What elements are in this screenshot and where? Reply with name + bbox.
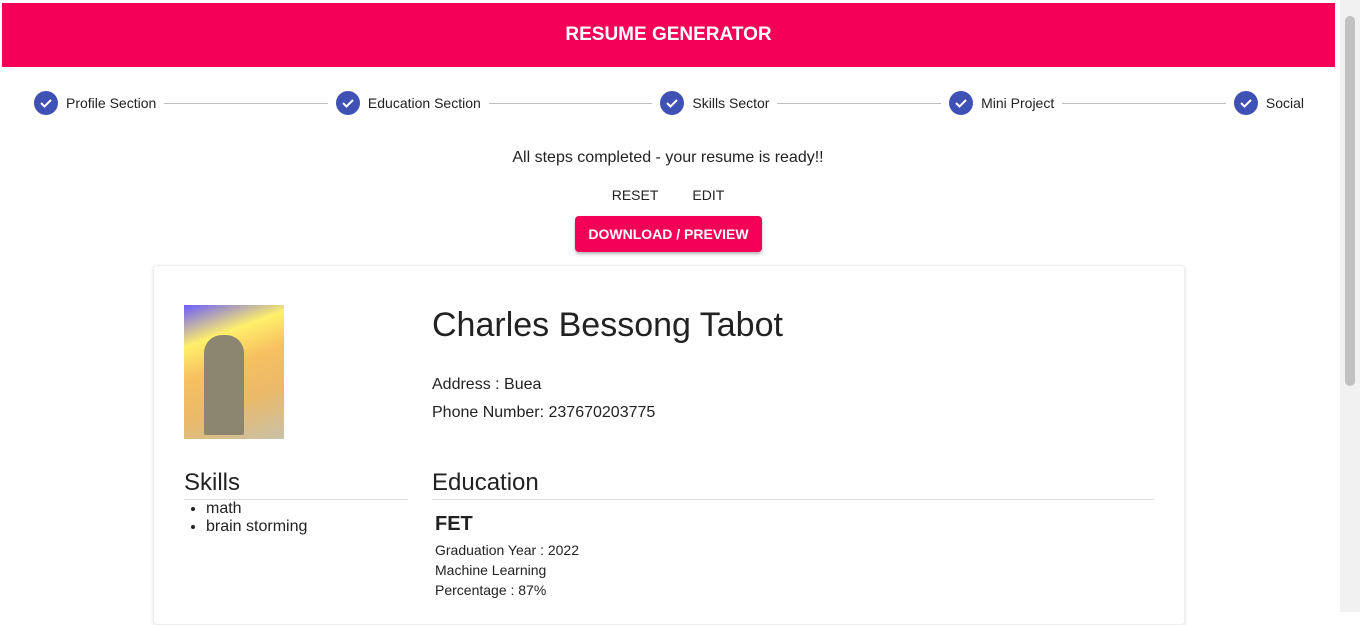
- app-header: RESUME GENERATOR: [2, 3, 1335, 67]
- step-education[interactable]: Education Section: [335, 91, 481, 115]
- reset-button[interactable]: RESET: [606, 187, 665, 203]
- action-row: RESET EDIT: [0, 187, 1336, 203]
- step-connector: [1062, 102, 1226, 104]
- completion-message: All steps completed - your resume is rea…: [512, 149, 824, 166]
- step-connector: [777, 102, 942, 104]
- education-percentage: Percentage : 87%: [435, 582, 547, 598]
- step-mini-project[interactable]: Mini Project: [949, 91, 1054, 115]
- skill-item: math: [206, 500, 307, 518]
- step-profile[interactable]: Profile Section: [34, 91, 156, 115]
- resume-phone: Phone Number: 237670203775: [432, 404, 656, 421]
- step-connector: [488, 102, 653, 104]
- resume-address: Address : Buea: [432, 376, 542, 393]
- check-icon: [660, 91, 685, 115]
- step-label: Mini Project: [981, 95, 1055, 111]
- edit-button[interactable]: EDIT: [686, 187, 730, 203]
- step-skills[interactable]: Skills Sector: [660, 91, 769, 115]
- skills-list: math brain storming: [206, 500, 307, 536]
- step-label: Skills Sector: [692, 95, 770, 111]
- stepper: Profile Section Education Section Skills…: [34, 90, 1304, 116]
- step-social[interactable]: Social: [1233, 91, 1305, 115]
- skills-heading: Skills: [184, 469, 408, 500]
- education-field: Machine Learning: [435, 562, 547, 578]
- resume-name: Charles Bessong Tabot: [432, 306, 783, 344]
- education-heading: Education: [432, 469, 1154, 500]
- check-icon: [949, 91, 974, 115]
- skill-item: brain storming: [206, 518, 307, 536]
- check-icon: [34, 91, 58, 115]
- education-year: Graduation Year : 2022: [435, 542, 580, 558]
- step-label: Profile Section: [66, 95, 157, 111]
- scrollbar-thumb[interactable]: [1345, 16, 1355, 386]
- education-school: FET: [435, 513, 473, 535]
- resume-card: Charles Bessong Tabot Address : Buea Pho…: [153, 265, 1185, 625]
- page-scrollbar[interactable]: [1340, 0, 1360, 612]
- profile-photo: [184, 305, 284, 439]
- person-figure: [204, 335, 244, 435]
- step-label: Social: [1265, 95, 1305, 111]
- download-preview-button[interactable]: DOWNLOAD / PREVIEW: [575, 216, 762, 252]
- step-label: Education Section: [367, 95, 481, 111]
- check-icon: [335, 91, 360, 115]
- app-title: RESUME GENERATOR: [565, 24, 772, 45]
- step-connector: [164, 102, 328, 104]
- check-icon: [1233, 91, 1258, 115]
